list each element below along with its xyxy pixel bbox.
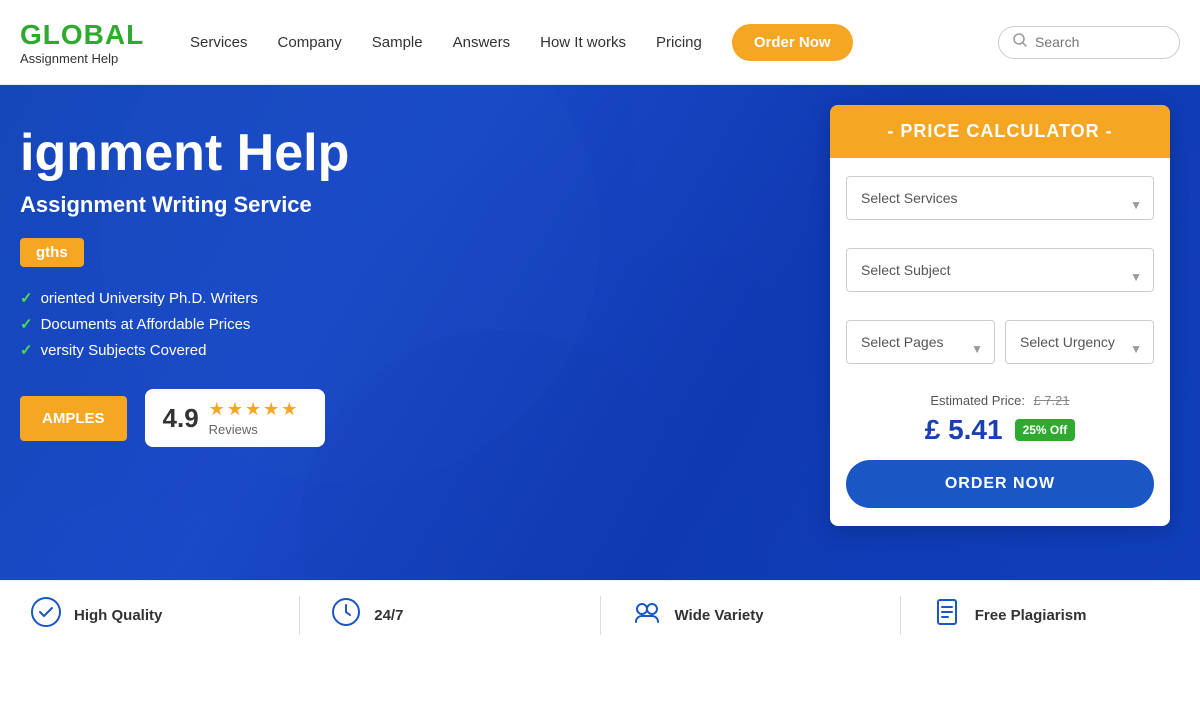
star-rating: ★ ★ ★ ★ ★ xyxy=(209,399,298,420)
select-services-dropdown[interactable]: Select Services xyxy=(846,176,1154,220)
search-box[interactable] xyxy=(998,26,1180,59)
price-row: £ 5.41 25% Off xyxy=(846,414,1154,446)
select-subject-wrapper[interactable]: Select Subject ▼ xyxy=(846,248,1154,306)
high-quality-icon xyxy=(30,596,62,635)
select-pages-wrapper[interactable]: Select Pages ▼ xyxy=(846,320,995,378)
star-1: ★ xyxy=(209,399,225,420)
calculator-title: - PRICE CALCULATOR - xyxy=(830,105,1170,158)
feature-high-quality: High Quality xyxy=(0,596,300,635)
hero-title: ignment Help xyxy=(20,125,830,182)
main-nav: Services Company Sample Answers How It w… xyxy=(190,24,998,61)
hero-subtitle: Assignment Writing Service xyxy=(20,192,830,218)
feature-high-quality-label: High Quality xyxy=(74,607,162,624)
feature-24-7: 24/7 xyxy=(300,596,600,635)
logo-top: GLOBAL xyxy=(20,19,150,51)
select-urgency-dropdown[interactable]: Select Urgency xyxy=(1005,320,1154,364)
logo-bottom: Assignment Help xyxy=(20,51,150,66)
hero-feature-2: Documents at Affordable Prices xyxy=(20,315,830,333)
nav-sample[interactable]: Sample xyxy=(372,34,423,51)
star-4: ★ xyxy=(263,399,279,420)
feature-free-plagiarism: Free Plagiarism xyxy=(901,596,1200,635)
hero-actions: AMPLES 4.9 ★ ★ ★ ★ ★ Reviews xyxy=(20,389,830,447)
247-icon xyxy=(330,596,362,635)
logo-area: GLOBAL Assignment Help xyxy=(20,19,150,66)
nav-how-it-works[interactable]: How It works xyxy=(540,34,626,51)
rating-box: 4.9 ★ ★ ★ ★ ★ Reviews xyxy=(145,389,325,447)
star-5: ★ xyxy=(281,399,297,420)
select-urgency-wrapper[interactable]: Select Urgency ▼ xyxy=(1005,320,1154,378)
calculator-order-button[interactable]: ORDER NOW xyxy=(846,460,1154,508)
star-3: ★ xyxy=(245,399,261,420)
header: GLOBAL Assignment Help Services Company … xyxy=(0,0,1200,85)
search-icon xyxy=(1013,33,1027,52)
nav-services[interactable]: Services xyxy=(190,34,248,51)
nav-company[interactable]: Company xyxy=(278,34,342,51)
select-subject-dropdown[interactable]: Select Subject xyxy=(846,248,1154,292)
hero-feature-1: oriented University Ph.D. Writers xyxy=(20,289,830,307)
price-calculator: - PRICE CALCULATOR - Select Services ▼ S… xyxy=(830,105,1170,526)
wide-variety-icon xyxy=(631,596,663,635)
discount-badge: 25% Off xyxy=(1015,419,1076,441)
price-display: Estimated Price: £ 7.21 £ 5.41 25% Off xyxy=(846,392,1154,446)
hero-section: ignment Help Assignment Writing Service … xyxy=(0,85,1200,650)
hero-content: ignment Help Assignment Writing Service … xyxy=(0,85,830,447)
estimated-label: Estimated Price: xyxy=(930,393,1025,408)
star-2: ★ xyxy=(227,399,243,420)
search-input[interactable] xyxy=(1035,34,1165,50)
hero-feature-3: versity Subjects Covered xyxy=(20,341,830,359)
select-pages-dropdown[interactable]: Select Pages xyxy=(846,320,995,364)
free-plagiarism-icon xyxy=(931,596,963,635)
features-bar: High Quality 24/7 Wide Variety xyxy=(0,580,1200,650)
stars-reviews: ★ ★ ★ ★ ★ Reviews xyxy=(209,399,298,437)
select-services-wrapper[interactable]: Select Services ▼ xyxy=(846,176,1154,234)
nav-pricing[interactable]: Pricing xyxy=(656,34,702,51)
feature-247-label: 24/7 xyxy=(374,607,403,624)
hero-features-list: oriented University Ph.D. Writers Docume… xyxy=(20,289,830,359)
calculator-body: Select Services ▼ Select Subject ▼ Selec… xyxy=(830,158,1170,526)
feature-wide-variety-label: Wide Variety xyxy=(675,607,764,624)
main-price: £ 5.41 xyxy=(925,414,1003,446)
hero-badge: gths xyxy=(20,238,84,267)
nav-answers[interactable]: Answers xyxy=(453,34,511,51)
samples-button[interactable]: AMPLES xyxy=(20,396,127,441)
feature-wide-variety: Wide Variety xyxy=(601,596,901,635)
original-price: £ 7.21 xyxy=(1033,393,1069,408)
rating-score: 4.9 xyxy=(163,403,199,434)
pages-urgency-row: Select Pages ▼ Select Urgency ▼ xyxy=(846,320,1154,378)
feature-free-plagiarism-label: Free Plagiarism xyxy=(975,607,1087,624)
reviews-label: Reviews xyxy=(209,422,298,437)
header-order-now-button[interactable]: Order Now xyxy=(732,24,853,61)
